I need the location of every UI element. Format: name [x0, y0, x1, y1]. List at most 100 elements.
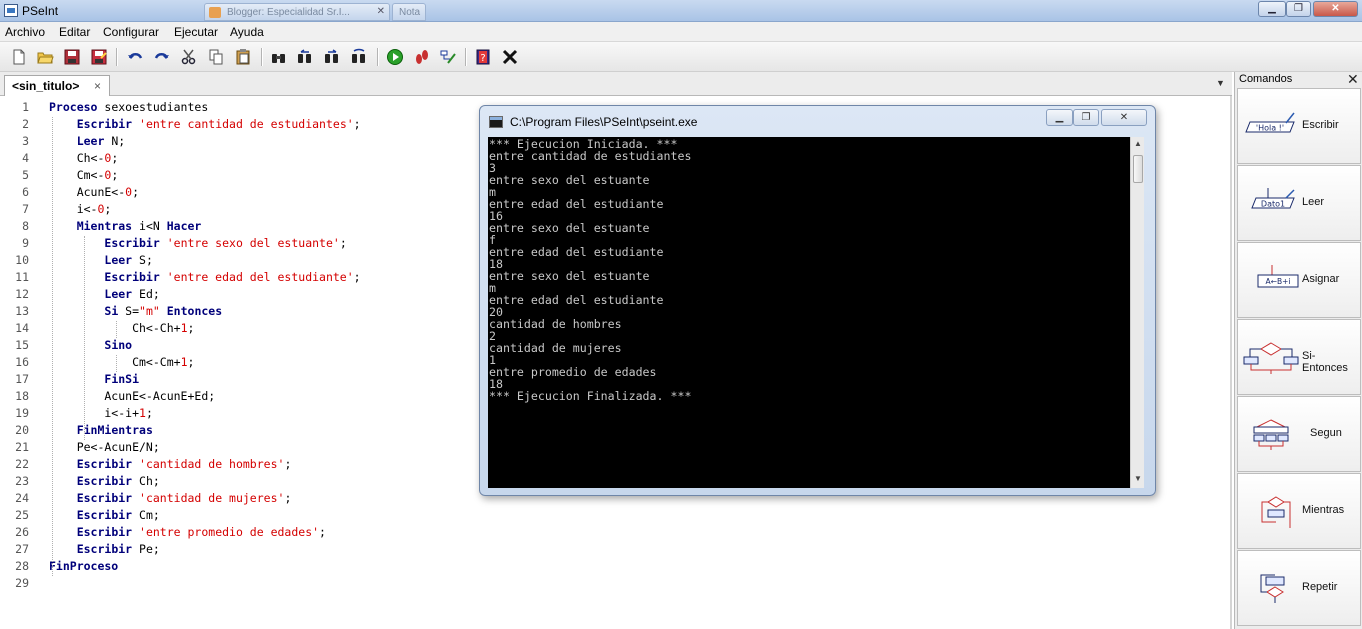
- line-number: 19: [15, 406, 29, 420]
- code-line[interactable]: Leer S;: [49, 253, 152, 267]
- cut-button[interactable]: [178, 46, 200, 68]
- code-line[interactable]: Escribir 'entre cantidad de estudiantes'…: [49, 117, 361, 131]
- code-line[interactable]: Cm<-0;: [49, 168, 119, 182]
- code-line[interactable]: FinProceso: [49, 559, 118, 573]
- run-button[interactable]: [384, 46, 406, 68]
- scrollbar-thumb[interactable]: [1133, 155, 1143, 183]
- maximize-button[interactable]: ❐: [1286, 1, 1311, 17]
- command-asignar[interactable]: A←B+i Asignar: [1237, 242, 1361, 318]
- console-title-bar[interactable]: C:\Program Files\PSeInt\pseint.exe ▁ ❐ ✕: [480, 106, 1155, 136]
- tab-sin-titulo[interactable]: <sin_titulo> ×: [4, 75, 110, 96]
- step-by-step-button[interactable]: [411, 46, 433, 68]
- console-line: entre edad del estudiante: [489, 197, 664, 211]
- find-button[interactable]: [268, 46, 290, 68]
- console-window[interactable]: C:\Program Files\PSeInt\pseint.exe ▁ ❐ ✕…: [479, 105, 1156, 496]
- draw-flowchart-button[interactable]: [437, 46, 459, 68]
- command-mientras[interactable]: Mientras: [1237, 473, 1361, 549]
- console-close-button[interactable]: ✕: [1101, 109, 1147, 126]
- close-icon[interactable]: ✕: [377, 6, 385, 17]
- undo-button[interactable]: [124, 46, 146, 68]
- code-line[interactable]: FinMientras: [49, 423, 153, 437]
- menu-configurar[interactable]: Configurar: [103, 25, 159, 39]
- paste-button[interactable]: [232, 46, 254, 68]
- console-minimize-button[interactable]: ▁: [1046, 109, 1073, 126]
- scroll-up-icon[interactable]: ▲: [1131, 139, 1144, 148]
- line-number: 6: [22, 185, 29, 199]
- scroll-down-icon[interactable]: ▼: [1131, 474, 1144, 483]
- command-si-entonces[interactable]: Si-Entonces: [1237, 319, 1361, 395]
- code-line[interactable]: Escribir 'entre edad del estudiante';: [49, 270, 360, 284]
- find-previous-button[interactable]: [294, 46, 316, 68]
- new-file-button[interactable]: [8, 46, 30, 68]
- code-line[interactable]: Escribir 'entre promedio de edades';: [49, 525, 326, 539]
- code-line[interactable]: FinSi: [49, 372, 139, 386]
- line-number: 10: [15, 253, 29, 267]
- close-icon[interactable]: ✕: [1347, 71, 1359, 88]
- draw-flowchart-icon: [440, 50, 456, 64]
- command-leer[interactable]: Dato1 Leer: [1237, 165, 1361, 241]
- close-icon[interactable]: ×: [94, 79, 101, 93]
- editor-scrollbar[interactable]: [1230, 96, 1232, 629]
- code-keyword: Leer: [104, 253, 133, 267]
- code-line[interactable]: i<-0;: [49, 202, 112, 216]
- menu-ejecutar[interactable]: Ejecutar: [174, 25, 218, 39]
- title-bar: PSeInt Blogger: Especialidad Sr.I... ✕ N…: [0, 0, 1362, 22]
- console-output[interactable]: *** Ejecucion Iniciada. *** entre cantida…: [488, 137, 1144, 488]
- code-keyword: Escribir: [76, 474, 133, 488]
- code-line[interactable]: Si S="m" Entonces: [49, 304, 222, 318]
- menu-ayuda[interactable]: Ayuda: [230, 25, 264, 39]
- close-x-icon: [502, 49, 518, 65]
- replace-button[interactable]: [348, 46, 370, 68]
- code-line[interactable]: Pe<-AcunE/N;: [49, 440, 160, 454]
- code-token: Pe<-AcunE/N;: [49, 440, 160, 454]
- code-line[interactable]: Leer N;: [49, 134, 125, 148]
- redo-button[interactable]: [151, 46, 173, 68]
- open-button[interactable]: [34, 46, 56, 68]
- code-line[interactable]: Escribir 'cantidad de mujeres';: [49, 491, 292, 505]
- command-segun[interactable]: Segun: [1237, 396, 1361, 472]
- help-button[interactable]: ?: [472, 46, 494, 68]
- minimize-button[interactable]: ▁: [1258, 1, 1286, 17]
- code-line[interactable]: Escribir 'cantidad de hombres';: [49, 457, 292, 471]
- code-line[interactable]: Ch<-Ch+1;: [49, 321, 194, 335]
- code-line[interactable]: Mientras i<N Hacer: [49, 219, 202, 233]
- command-escribir[interactable]: 'Hola !' Escribir: [1237, 88, 1361, 164]
- console-title: C:\Program Files\PSeInt\pseint.exe: [510, 115, 698, 129]
- code-line[interactable]: Leer Ed;: [49, 287, 159, 301]
- toolbar-separator: [116, 48, 117, 66]
- code-line[interactable]: AcunE<-0;: [49, 185, 139, 199]
- console-scrollbar[interactable]: ▲ ▼: [1130, 137, 1144, 488]
- save-as-button[interactable]: [88, 46, 110, 68]
- close-program-button[interactable]: [499, 46, 521, 68]
- code-line[interactable]: Proceso sexoestudiantes: [49, 100, 208, 114]
- code-line[interactable]: Escribir Cm;: [49, 508, 160, 522]
- find-next-button[interactable]: [321, 46, 343, 68]
- code-line[interactable]: Escribir Ch;: [49, 474, 160, 488]
- code-line[interactable]: Escribir 'entre sexo del estuante';: [49, 236, 346, 250]
- menu-archivo[interactable]: Archivo: [5, 25, 45, 39]
- console-line: entre sexo del estuante: [489, 173, 650, 187]
- code-line[interactable]: Escribir Pe;: [49, 542, 160, 556]
- code-line[interactable]: Sino: [49, 338, 132, 352]
- console-maximize-button[interactable]: ❐: [1073, 109, 1099, 126]
- indent-guide: [84, 236, 85, 440]
- code-line[interactable]: Ch<-0;: [49, 151, 119, 165]
- code-token: ;: [353, 117, 361, 131]
- close-window-button[interactable]: ✕: [1313, 1, 1358, 17]
- code-line[interactable]: AcunE<-AcunE+Ed;: [49, 389, 215, 403]
- undo-icon: [128, 53, 143, 59]
- chevron-down-icon[interactable]: ▼: [1216, 78, 1225, 88]
- save-button[interactable]: [61, 46, 83, 68]
- code-string: 'entre promedio de edades': [139, 525, 320, 539]
- background-window-tab-2[interactable]: Nota: [392, 3, 426, 21]
- command-repetir[interactable]: Repetir: [1237, 550, 1361, 626]
- code-line[interactable]: Cm<-Cm+1;: [49, 355, 194, 369]
- background-window-tab[interactable]: Blogger: Especialidad Sr.I... ✕: [204, 3, 390, 21]
- code-line[interactable]: i<-i+1;: [49, 406, 153, 420]
- menu-editar[interactable]: Editar: [59, 25, 90, 39]
- copy-button[interactable]: [205, 46, 227, 68]
